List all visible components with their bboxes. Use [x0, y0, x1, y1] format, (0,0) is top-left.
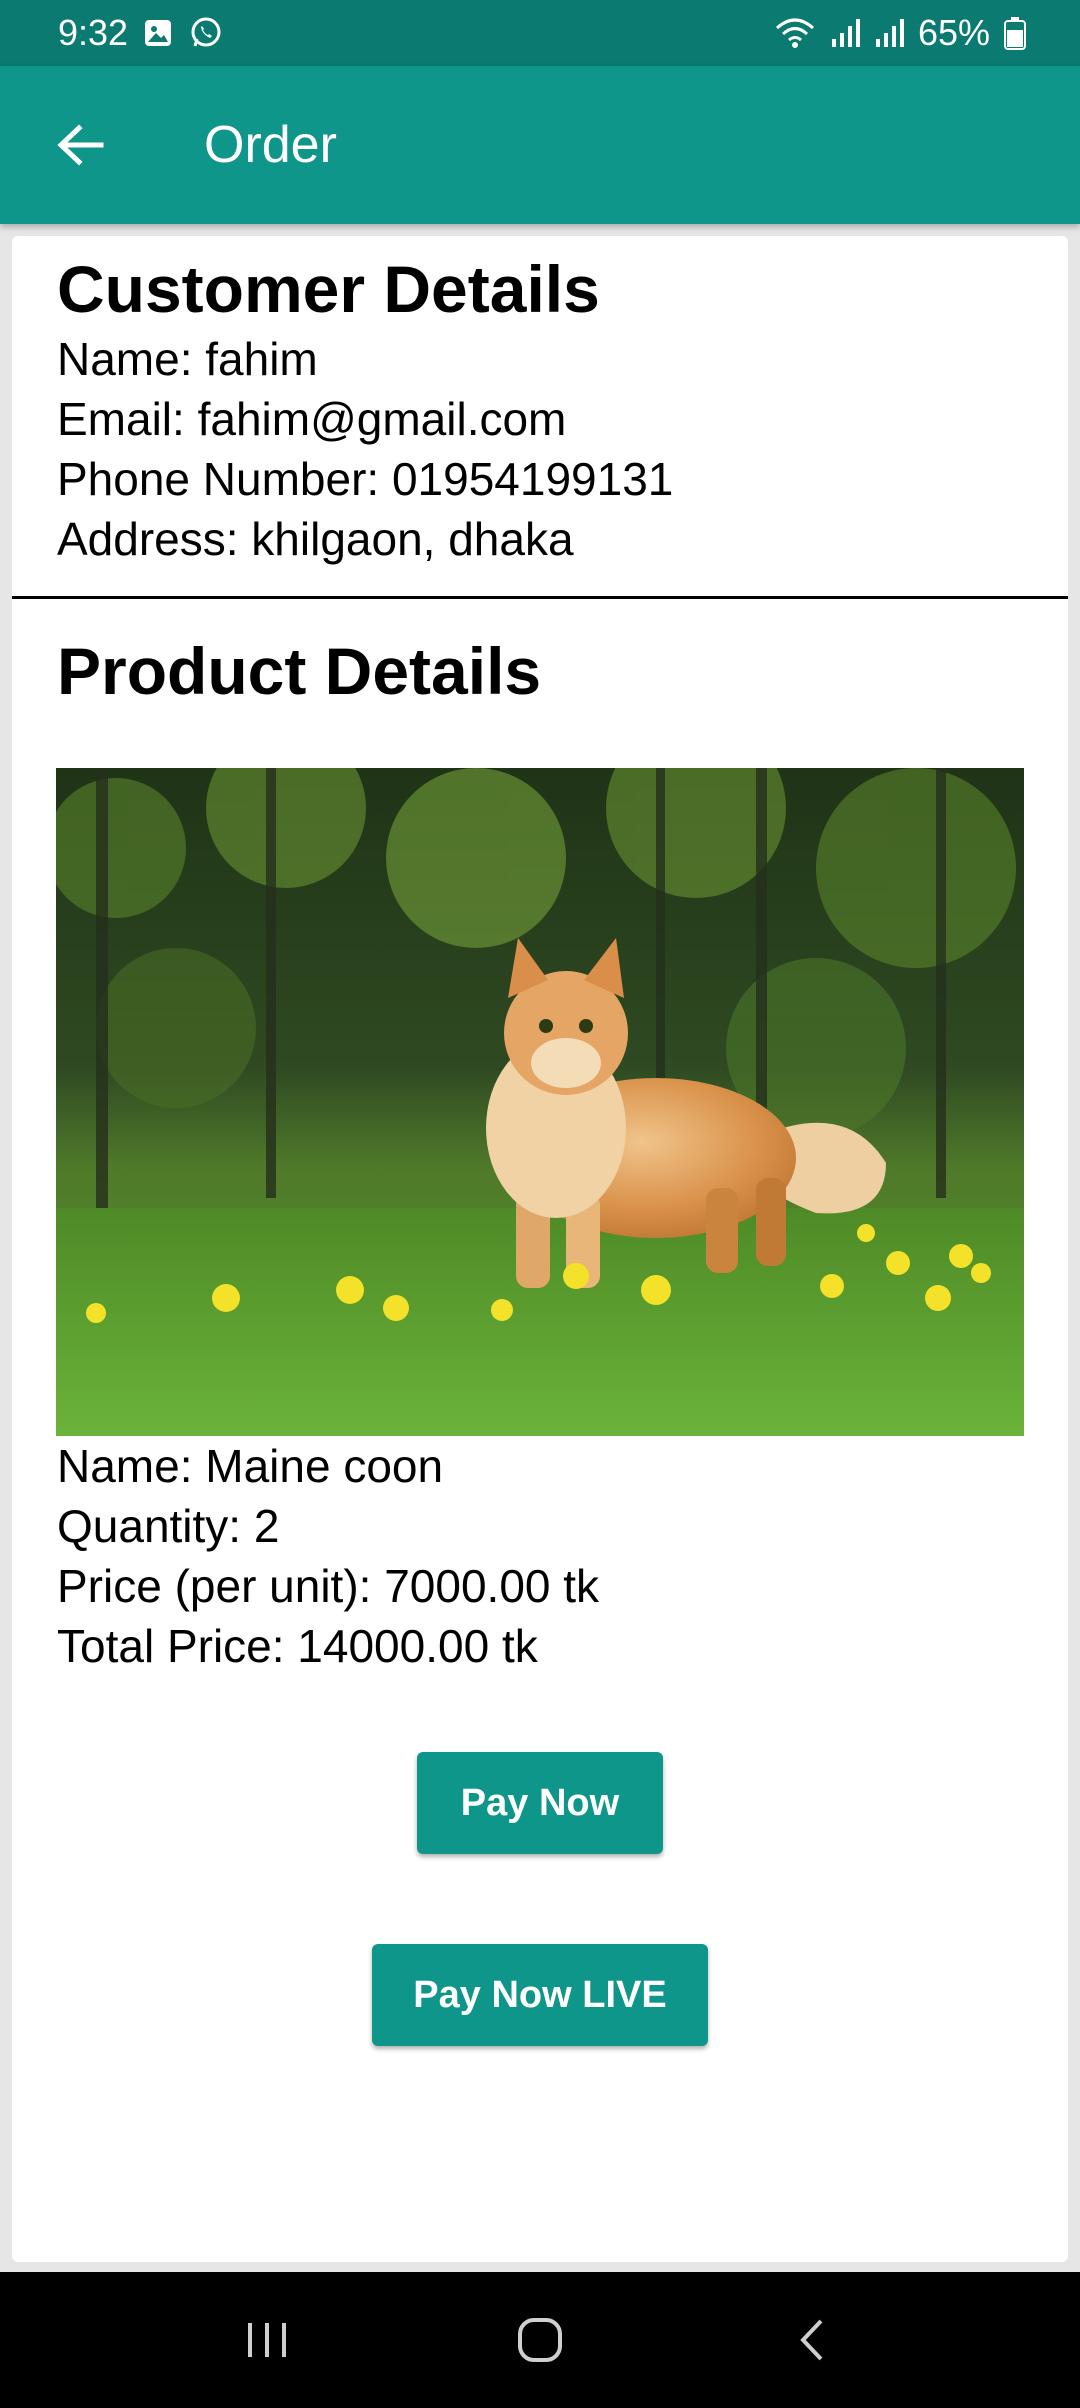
home-button[interactable] — [495, 2295, 585, 2385]
customer-details-section: Customer Details Name: fahim Email: fahi… — [57, 250, 673, 569]
product-quantity: Quantity: 2 — [57, 1500, 280, 1552]
customer-name: Name: fahim — [57, 333, 318, 386]
order-card: Customer Details Name: fahim Email: fahi… — [12, 236, 1068, 2262]
recents-button[interactable] — [222, 2295, 312, 2385]
whatsapp-icon — [188, 15, 224, 51]
app-bar: Order — [0, 66, 1080, 224]
product-details-title: Product Details — [57, 634, 542, 708]
back-icon — [800, 2319, 823, 2361]
product-unit-price: Price (per unit): 7000.00 tk — [57, 1560, 600, 1612]
battery-percent: 65% — [917, 12, 990, 53]
wifi-icon — [774, 16, 816, 50]
customer-phone: Phone Number: 01954199131 — [57, 453, 674, 506]
signal-icon — [830, 17, 860, 49]
product-info: Name: Maine coon Quantity: 2 Price (per … — [57, 1436, 599, 1676]
nav-back-button[interactable] — [768, 2295, 858, 2385]
customer-address: Address: khilgaon, dhaka — [57, 513, 574, 566]
gallery-icon — [142, 17, 174, 49]
product-name: Name: Maine coon — [57, 1440, 444, 1492]
section-divider — [12, 596, 1068, 599]
home-icon — [517, 2318, 562, 2362]
product-image — [56, 768, 1024, 1436]
pay-now-button[interactable]: Pay Now — [417, 1752, 663, 1854]
battery-icon — [1004, 16, 1026, 50]
pay-now-live-button[interactable]: Pay Now LIVE — [372, 1944, 708, 2046]
status-right: 65% — [774, 12, 1026, 54]
arrow-left-icon — [57, 124, 104, 166]
signal-icon — [874, 17, 904, 49]
status-bar: 9:32 65% — [0, 0, 1080, 66]
customer-email: Email: fahim@gmail.com — [57, 393, 567, 446]
customer-details-title: Customer Details — [57, 252, 600, 326]
status-time: 9:32 — [58, 12, 129, 53]
page-title: Order — [204, 116, 337, 174]
system-nav-bar — [0, 2272, 1080, 2408]
recents-icon — [247, 2323, 286, 2357]
status-left: 9:32 — [58, 12, 224, 54]
product-total-price: Total Price: 14000.00 tk — [57, 1620, 538, 1672]
product-details-section: Product Details — [57, 632, 541, 711]
back-button[interactable] — [54, 119, 106, 171]
